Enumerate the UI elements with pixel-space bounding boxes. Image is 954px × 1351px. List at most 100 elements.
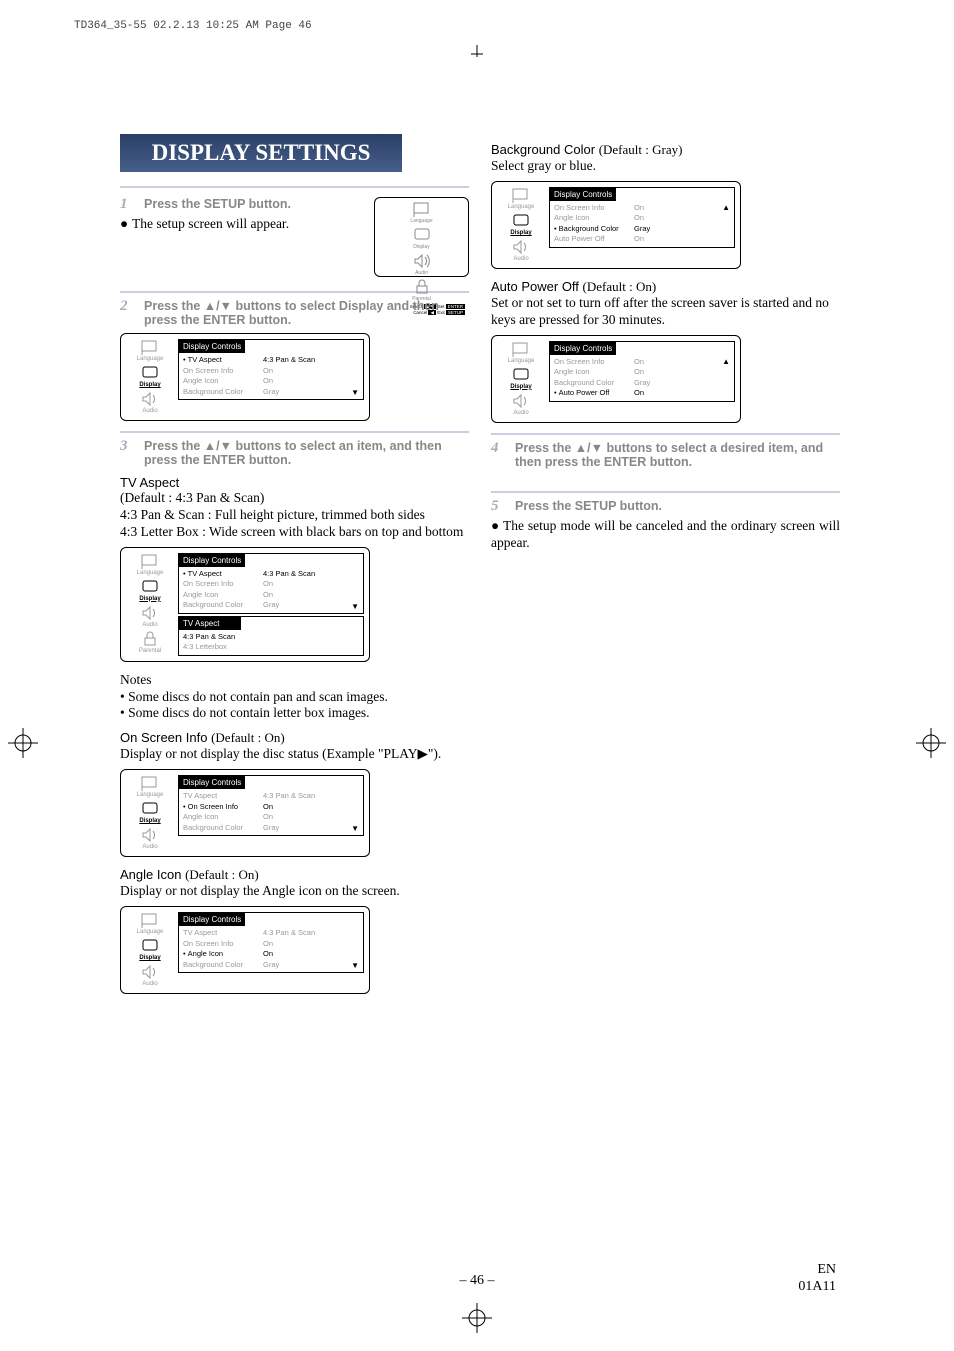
divider [491, 491, 840, 493]
osd-sb-display: Display [126, 365, 174, 389]
osd-title: Display Controls [550, 188, 616, 201]
osd-row: Background ColorGray [183, 600, 359, 611]
registration-mark-bottom [462, 1303, 492, 1333]
step-num: 2 [120, 299, 134, 327]
right-column: Background Color (Default : Gray) Select… [491, 134, 840, 1004]
registration-mark-right [916, 728, 946, 758]
arrow-down-icon: ▼ [351, 602, 359, 611]
osd-sb-audio: Audio [126, 964, 174, 988]
osd-row: TV Aspect4:3 Pan & Scan [183, 355, 359, 366]
step-1: 1 Press the SETUP button. [120, 197, 366, 212]
osd-sb-parental: Parental [126, 631, 174, 655]
osd-row: On Screen InfoOn [183, 939, 359, 950]
osd-submenu-item: 4:3 Pan & Scan [183, 632, 359, 643]
osd-sb-display: Display [126, 579, 174, 603]
osd-sb-audio: Audio [126, 827, 174, 851]
tv-aspect-default: (Default : 4:3 Pan & Scan) [120, 490, 469, 507]
osd-auto: LanguageDisplayAudioDisplay Controls▲On … [491, 335, 741, 423]
osd-row: Angle IconOn [183, 812, 359, 823]
onscreen-heading: On Screen Info (Default : On) [120, 730, 469, 746]
osd-row: On Screen InfoOn [183, 802, 359, 813]
onscreen-desc: Display or not display the disc status (… [120, 746, 469, 763]
step-num: 1 [120, 197, 134, 212]
osd-sb-language: Language [378, 201, 465, 225]
step-text: Press the SETUP button. [515, 499, 662, 514]
osd-sb-display: Display [378, 227, 465, 251]
osd-submenu: TV Aspect4:3 Pan & Scan4:3 Letterbox [178, 616, 364, 656]
osd-sb-display: Display [497, 213, 545, 237]
osd-sb-audio: Audio [126, 605, 174, 629]
osd-row: On Screen InfoOn [554, 203, 730, 214]
osd-sb-display: Display [126, 938, 174, 962]
spool-header: TD364_35-55 02.2.13 10:25 AM Page 46 [74, 20, 312, 32]
step-text: Press the ▲/▼ buttons to select Display … [144, 299, 469, 327]
osd-submenu-item: 4:3 Letterbox [183, 642, 359, 653]
section-title: DISPLAY SETTINGS [120, 134, 402, 172]
osd-onscreen: LanguageDisplayAudioDisplay ControlsTV A… [120, 769, 370, 857]
step-num: 3 [120, 439, 134, 467]
step-3: 3 Press the ▲/▼ buttons to select an ite… [120, 439, 469, 467]
osd-sb-language: Language [497, 187, 545, 211]
osd-row: On Screen InfoOn [554, 357, 730, 368]
angle-desc: Display or not display the Angle icon on… [120, 883, 469, 900]
divider [491, 433, 840, 435]
step-2: 2 Press the ▲/▼ buttons to select Displa… [120, 299, 469, 327]
osd-row: TV Aspect4:3 Pan & Scan [183, 791, 359, 802]
tv-aspect-line1: 4:3 Pan & Scan : Full height picture, tr… [120, 507, 469, 524]
osd-sb-language: Language [126, 912, 174, 936]
osd-sb-audio: Audio [497, 239, 545, 263]
osd-sb-display: Display [497, 367, 545, 391]
registration-tick-top [471, 45, 483, 57]
osd-sb-language: Language [126, 553, 174, 577]
osd-sb-language: Language [126, 339, 174, 363]
auto-desc: Set or not set to turn off after the scr… [491, 295, 840, 329]
registration-mark-left [8, 728, 38, 758]
step-1-body: ●The setup screen will appear. [120, 216, 366, 233]
step-text: Press the SETUP button. [144, 197, 291, 212]
bg-desc: Select gray or blue. [491, 158, 840, 175]
bg-heading: Background Color (Default : Gray) [491, 142, 840, 158]
arrow-down-icon: ▼ [351, 388, 359, 397]
page-number: – 46 – [460, 1273, 495, 1289]
notes-label: Notes [120, 672, 469, 689]
osd-title: Display Controls [179, 340, 245, 353]
osd-row: Angle IconOn [183, 376, 359, 387]
tv-aspect-line2: 4:3 Letter Box : Wide screen with black … [120, 524, 469, 541]
arrow-up-icon: ▲ [722, 203, 730, 212]
note-2: • Some discs do not contain letter box i… [120, 705, 469, 722]
step-4: 4 Press the ▲/▼ buttons to select a desi… [491, 441, 840, 469]
osd-sb-audio: Audio [378, 253, 465, 277]
osd-mini-setup: Language Display Audio Parental Select ▲… [374, 197, 469, 277]
osd-display-tv: LanguageDisplayAudioDisplay ControlsTV A… [120, 333, 370, 421]
osd-bg: LanguageDisplayAudio Display Controls ▲On … [491, 181, 741, 269]
osd-row: Angle IconOn [183, 590, 359, 601]
left-column: DISPLAY SETTINGS 1 Press the SETUP butto… [120, 134, 469, 1004]
osd-row: Background ColorGray [554, 378, 730, 389]
note-1: • Some discs do not contain pan and scan… [120, 689, 469, 706]
step-num: 4 [491, 441, 505, 469]
auto-heading: Auto Power Off (Default : On) [491, 279, 840, 295]
osd-row: Background ColorGray [183, 387, 359, 398]
osd-title: Display Controls [550, 342, 616, 355]
osd-row: Background ColorGray [183, 960, 359, 971]
osd-sb-language: Language [497, 341, 545, 365]
page-code: EN 01A11 [798, 1262, 836, 1296]
step-num: 5 [491, 499, 505, 514]
osd-display-tv-submenu: LanguageDisplayAudioParental Display Cont… [120, 547, 370, 662]
osd-angle: LanguageDisplayAudioDisplay ControlsTV A… [120, 906, 370, 994]
osd-title: Display Controls [179, 913, 245, 926]
osd-row: TV Aspect4:3 Pan & Scan [183, 569, 359, 580]
osd-row: On Screen InfoOn [183, 366, 359, 377]
osd-row: Background ColorGray [554, 224, 730, 235]
divider [120, 431, 469, 433]
osd-sb-display: Display [126, 801, 174, 825]
osd-row: Auto Power OffOn [554, 234, 730, 245]
angle-heading: Angle Icon (Default : On) [120, 867, 469, 883]
osd-title: Display Controls [179, 554, 245, 567]
step-text: Press the ▲/▼ buttons to select an item,… [144, 439, 469, 467]
page-content: DISPLAY SETTINGS 1 Press the SETUP butto… [120, 134, 840, 1004]
step-5-body: ●The setup mode will be canceled and the… [491, 518, 840, 552]
arrow-down-icon: ▼ [351, 961, 359, 970]
osd-row: On Screen InfoOn [183, 579, 359, 590]
step-text: Press the ▲/▼ buttons to select a desire… [515, 441, 840, 469]
